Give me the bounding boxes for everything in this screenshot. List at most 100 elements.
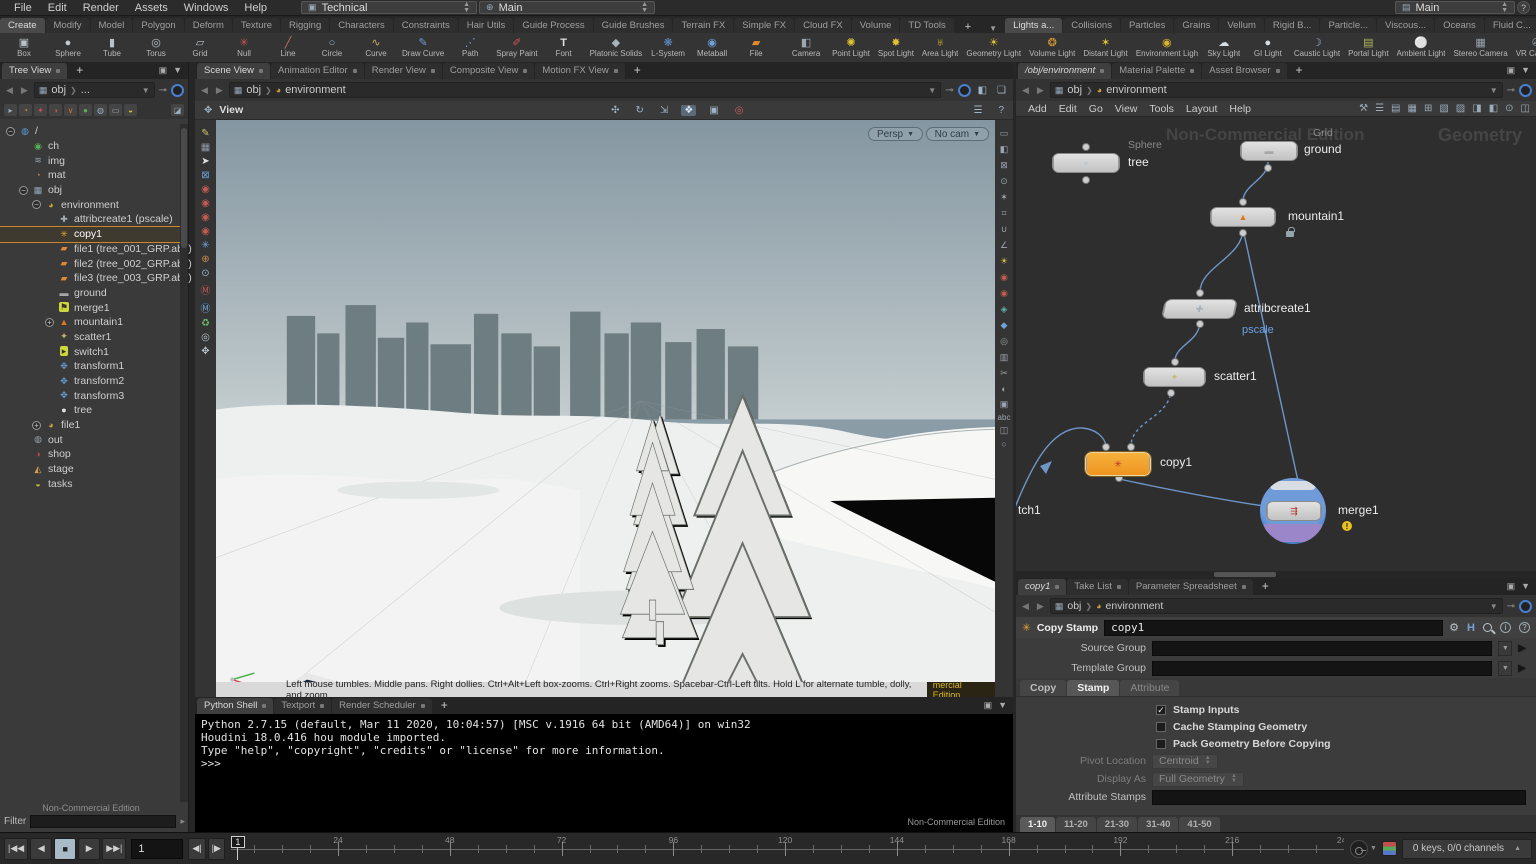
shelf-tool[interactable]: Draw Curve [398,33,448,62]
play-reverse-button[interactable]: ◀ [30,838,52,860]
pane-tab[interactable]: Composite View [443,63,534,79]
menu-item[interactable]: View [1109,103,1144,115]
pin-icon[interactable]: ⊸ [159,85,167,96]
filter-lop-icon[interactable]: ▭ [109,104,122,116]
box-zoom-icon[interactable]: ▣ [706,105,721,116]
tree-row[interactable]: ch [0,139,180,154]
projection-selector[interactable]: Persp▼ [868,127,923,141]
step-forward-button[interactable]: |▶ [208,838,225,860]
node-merge1[interactable]: ⇶ [1266,501,1322,521]
toolbar-icon[interactable]: ✥ [201,346,209,357]
pane-tab[interactable]: Material Palette [1112,63,1201,79]
filter-node-icon[interactable]: ▸ [4,104,17,116]
range-tab[interactable]: 1-10 [1020,817,1055,832]
shelf-tab[interactable]: Deform [185,18,232,33]
filter-input[interactable] [30,815,176,828]
toolbar-icon[interactable]: ✶ [1000,192,1008,203]
node-attribcreate1[interactable] [1161,299,1238,319]
handles-icon[interactable]: ❖ [681,105,696,116]
toolbar-icon[interactable]: ✂ [1000,368,1008,379]
shelf-tool[interactable]: Point Light [828,33,874,62]
menu-item[interactable]: File [6,2,40,14]
expander-icon[interactable]: + [45,318,54,327]
dropdown-icon[interactable]: ▼ [1490,602,1498,611]
display-as-select[interactable]: Full Geometry▲▼ [1152,772,1244,787]
dropdown-icon[interactable]: ▼ [928,86,936,95]
shelf-tool[interactable]: Null [222,33,266,62]
list-icon[interactable]: ▤ [1391,103,1400,114]
toolbar-icon[interactable]: ◎ [201,332,210,343]
tree-row[interactable]: ground [0,286,180,301]
toolbar-icon[interactable]: ∠ [1000,240,1008,251]
shelf-tab[interactable]: Terrain FX [673,18,733,33]
tree-row[interactable]: − / [0,124,180,139]
menu-item[interactable]: Layout [1180,103,1224,115]
node-label[interactable]: scatter1 [1214,369,1257,383]
desktop-combo[interactable]: ▣ Technical ▲▼ [301,1,477,14]
layout-icon[interactable]: ❏ [994,85,1009,96]
shelf-tool[interactable]: Box [2,33,46,62]
shelf-tool[interactable]: File [734,33,778,62]
shelf-tab[interactable]: Collisions [1063,18,1120,33]
dropdown-icon[interactable]: ▼ [1370,845,1377,852]
pane-menu-icon[interactable]: ▼ [998,700,1007,711]
link-icon[interactable] [1519,600,1532,613]
shelf-tab[interactable]: Grains [1174,18,1218,33]
op-name-field[interactable]: copy1 [1104,620,1443,636]
abc-display-icon[interactable]: abc [998,413,1011,422]
pane-tab[interactable]: Parameter Spreadsheet [1129,579,1253,595]
toolbar-icon[interactable]: ◉ [201,184,210,195]
pane-tab[interactable]: Asset Browser [1202,63,1286,79]
shelf-menu-icon[interactable]: ▼ [981,24,1005,33]
shelf-tool[interactable]: Geometry Light [962,33,1025,62]
tree-row[interactable]: transform1 [0,359,180,374]
checkbox[interactable] [1156,739,1166,749]
shelf-tab[interactable]: Hair Utils [459,18,514,33]
shelf-tab[interactable]: Guide Brushes [594,18,673,33]
filter-shop-icon[interactable]: ◑ [49,104,62,116]
pane-maximize-icon[interactable]: ▣ [1507,581,1516,592]
filter-vex-icon[interactable]: ∨ [64,104,77,116]
snapshot-icon[interactable]: ◧ [975,85,990,96]
pane-tab[interactable]: Render View [365,63,442,79]
toolbar-icon[interactable]: ◆ [1001,320,1008,331]
node-label-clipped[interactable]: tch1 [1018,503,1041,517]
shelf-tab[interactable]: Guide Process [514,18,592,33]
toolbar-icon[interactable]: ▦ [201,142,210,153]
shelf-tab[interactable]: Simple FX [734,18,794,33]
view-tool-icon[interactable]: ✥ [201,105,215,116]
toolbar-icon[interactable]: ⊙ [201,268,209,279]
node-label[interactable]: attribcreate1 [1244,301,1311,315]
forward-icon[interactable]: ▶ [19,85,30,96]
shelf-tool[interactable]: Platonic Solids [586,33,646,62]
shelf-tool[interactable]: Spray Paint [492,33,541,62]
tree-row[interactable]: attribcreate1 (pscale) [0,212,180,227]
shelf-tool[interactable]: Tube [90,33,134,62]
back-icon[interactable]: ◀ [199,85,210,96]
tree-row[interactable]: mat [0,168,180,183]
filter-settings-icon[interactable]: ◪ [171,104,184,116]
tree-row[interactable]: img [0,153,180,168]
node-mountain1[interactable] [1210,207,1276,227]
path-field[interactable]: obj ❯ environment ▼ [1050,598,1503,614]
shelf-tab[interactable]: Vellum [1219,18,1264,33]
background-icon[interactable]: ◨ [1472,103,1481,114]
search-icon[interactable] [1483,623,1492,632]
shelf-tool[interactable]: Portal Light [1344,33,1392,62]
range-tab[interactable]: 31-40 [1138,817,1178,832]
help-icon[interactable]: ? [1519,622,1530,633]
add-tab-button[interactable]: + [1288,63,1311,79]
frame-marker[interactable]: 1 [231,836,245,848]
shelf-tab[interactable]: Characters [330,18,392,33]
expander-icon[interactable]: + [32,421,41,430]
checkbox[interactable]: ✓ [1156,705,1166,715]
translate-icon[interactable]: ✣ [608,105,622,116]
back-icon[interactable]: ◀ [1020,601,1031,612]
pane-maximize-icon[interactable]: ▣ [159,65,168,76]
tree-list-icon[interactable]: ☰ [1375,103,1384,114]
toolbar-icon[interactable]: ∪ [1001,224,1008,235]
folder-tab[interactable]: Copy [1020,680,1066,696]
key-icon[interactable] [1350,840,1368,858]
pane-tab[interactable]: Python Shell [197,698,273,714]
grid-view-icon[interactable]: ▦ [1408,103,1417,114]
